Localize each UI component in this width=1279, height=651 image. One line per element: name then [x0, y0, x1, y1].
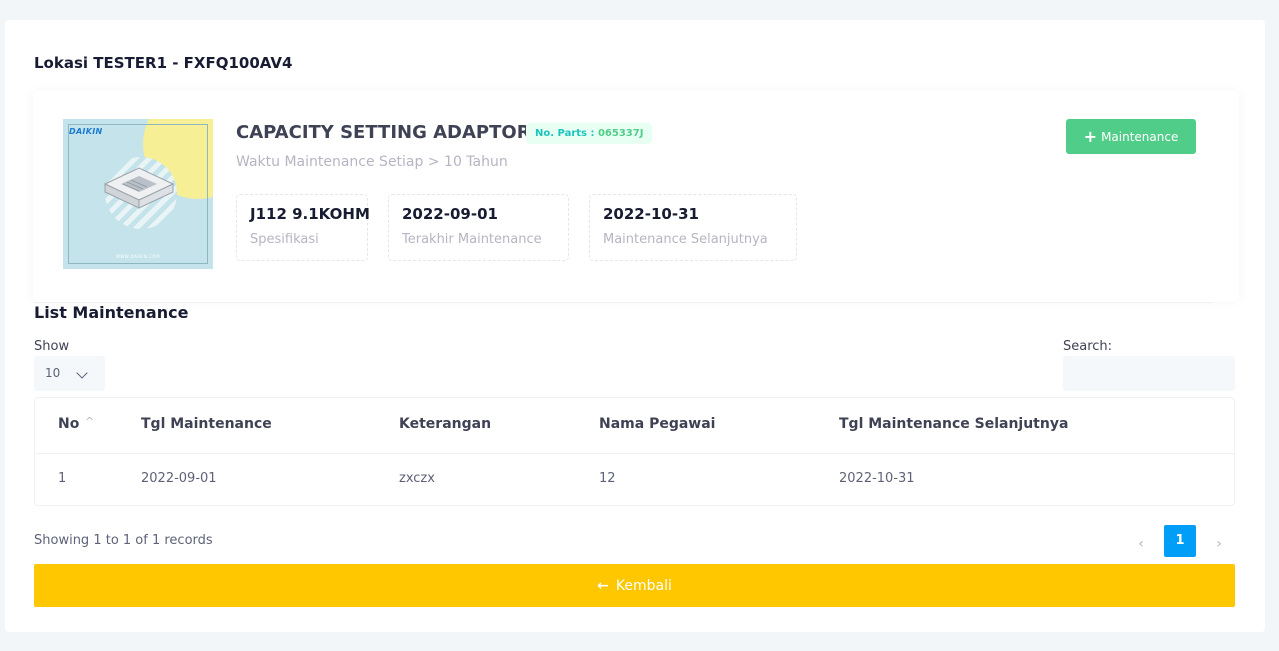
page-length-value: 10: [45, 366, 61, 380]
main-card: Lokasi TESTER1 - FXFQ100AV4 DAIKIN WWW.D…: [5, 20, 1265, 632]
cell-tgl-maintenance: 2022-09-01: [141, 471, 217, 486]
pagination-page-1[interactable]: 1: [1164, 525, 1196, 557]
daikin-logo: DAIKIN: [69, 127, 103, 136]
stat-last-maintenance: 2022-09-01 Terakhir Maintenance: [388, 194, 569, 261]
parts-prefix: No. Parts :: [535, 128, 595, 139]
column-header-tgl-maintenance[interactable]: Tgl Maintenance: [141, 416, 272, 432]
sort-asc-icon[interactable]: ^: [85, 415, 94, 428]
list-title: List Maintenance: [34, 303, 189, 322]
column-header-no[interactable]: No: [58, 416, 79, 432]
back-button[interactable]: ← Kembali: [34, 564, 1235, 607]
add-maintenance-button[interactable]: + Maintenance: [1066, 119, 1196, 154]
stat-next-maintenance: 2022-10-31 Maintenance Selanjutnya: [589, 194, 797, 261]
cell-keterangan: zxczx: [399, 471, 435, 486]
ac-unit-icon: [103, 167, 175, 209]
stat-label: Terakhir Maintenance: [402, 232, 542, 247]
page-title: Lokasi TESTER1 - FXFQ100AV4: [34, 54, 293, 72]
stat-value: 2022-10-31: [603, 205, 699, 223]
maintenance-table: No ^ Tgl Maintenance Keterangan Nama Peg…: [34, 397, 1235, 506]
product-name: CAPACITY SETTING ADAPTOR: [236, 122, 531, 143]
cell-no: 1: [58, 471, 67, 486]
parts-number: 065337J: [597, 128, 644, 139]
table-info: Showing 1 to 1 of 1 records: [34, 533, 213, 548]
page-length-select[interactable]: 10: [34, 356, 105, 391]
divider: [33, 302, 1213, 303]
maintenance-interval: Waktu Maintenance Setiap > 10 Tahun: [236, 154, 508, 170]
back-button-label: Kembali: [615, 577, 672, 594]
stat-value: 2022-09-01: [402, 205, 498, 223]
stat-label: Maintenance Selanjutnya: [603, 232, 768, 247]
image-url-text: WWW.DAIKIN.COM: [115, 254, 161, 259]
cell-nama-pegawai: 12: [599, 471, 616, 486]
product-card: DAIKIN WWW.DAIKIN.COM CAPACITY SETTING A…: [33, 90, 1239, 302]
stat-spesifikasi: J112 9.1KOHM Spesifikasi: [236, 194, 370, 261]
search-input[interactable]: [1063, 356, 1235, 391]
add-maintenance-label: Maintenance: [1101, 129, 1179, 144]
arrow-left-icon: ←: [597, 577, 609, 594]
row-divider: [35, 453, 1234, 454]
pagination-prev-button[interactable]: ‹: [1131, 528, 1151, 560]
plus-icon: +: [1083, 126, 1098, 146]
product-image: DAIKIN WWW.DAIKIN.COM: [63, 119, 213, 269]
column-header-keterangan[interactable]: Keterangan: [399, 416, 491, 432]
cell-tgl-selanjutnya: 2022-10-31: [839, 471, 915, 486]
chevron-down-icon: [76, 367, 88, 379]
show-label: Show: [34, 339, 70, 354]
stat-label: Spesifikasi: [250, 232, 319, 247]
column-header-nama-pegawai[interactable]: Nama Pegawai: [599, 416, 715, 432]
pagination-next-button[interactable]: ›: [1209, 528, 1229, 560]
parts-number-badge: No. Parts : 065337J: [526, 123, 653, 144]
column-header-tgl-selanjutnya[interactable]: Tgl Maintenance Selanjutnya: [839, 416, 1068, 432]
stat-value: J112 9.1KOHM: [250, 205, 370, 223]
search-label: Search:: [1063, 339, 1113, 354]
